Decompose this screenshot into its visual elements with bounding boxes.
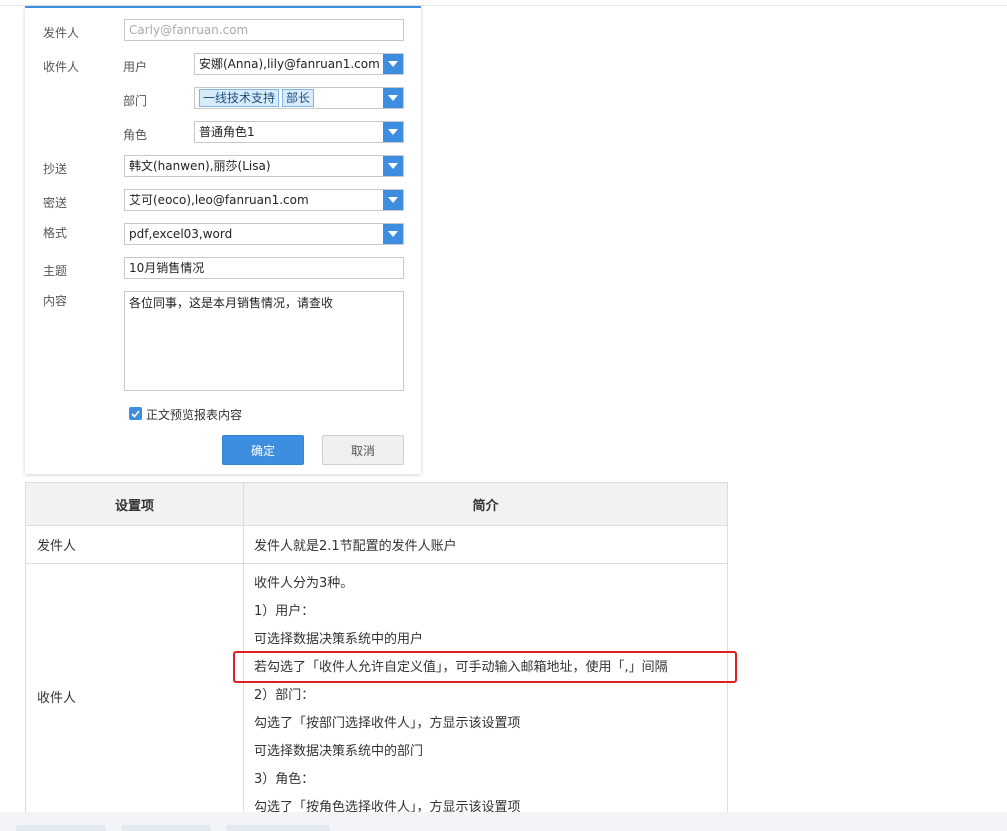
bottom-tab[interactable]	[121, 825, 211, 831]
recipient-user-value: 安娜(Anna),lily@fanruan1.com	[199, 57, 380, 71]
sender-label: 发件人	[43, 26, 80, 40]
department-tag[interactable]: 一线技术支持	[199, 89, 280, 107]
bottom-tab[interactable]	[16, 825, 106, 831]
email-settings-dialog: 发件人 Carly@fanruan.com 收件人 用户 安娜(Anna),li…	[25, 6, 421, 474]
recipient-user-select[interactable]: 安娜(Anna),lily@fanruan1.com	[194, 53, 404, 75]
table-header-row: 设置项 简介	[25, 482, 728, 526]
desc-line: 可选择数据决策系统中的用户	[254, 632, 424, 647]
chevron-down-icon[interactable]	[383, 224, 403, 244]
cc-label: 抄送	[43, 162, 68, 176]
check-icon	[131, 409, 140, 418]
preview-checkbox[interactable]	[129, 407, 142, 420]
subject-label: 主题	[43, 264, 68, 278]
preview-checkbox-label: 正文预览报表内容	[146, 408, 243, 422]
desc-line: 1）用户：	[254, 604, 315, 619]
chevron-down-icon[interactable]	[383, 156, 403, 176]
chevron-down-icon[interactable]	[383, 88, 403, 108]
chevron-down-icon[interactable]	[383, 54, 403, 74]
table-header-desc: 简介	[243, 482, 728, 526]
table-row: 收件人 收件人分为3种。 1）用户： 可选择数据决策系统中的用户 若勾选了「收件…	[25, 563, 728, 829]
highlight-annotation-box	[233, 651, 737, 683]
bcc-label: 密送	[43, 196, 68, 210]
recipient-user-label: 用户	[123, 60, 148, 74]
desc-line: 2）部门：	[254, 688, 315, 703]
content-textarea[interactable]: 各位同事，这是本月销售情况，请查收	[124, 291, 404, 391]
recipient-role-select[interactable]: 普通角色1	[194, 121, 404, 143]
cc-select[interactable]: 韩文(hanwen),丽莎(Lisa)	[124, 155, 404, 177]
cancel-button[interactable]: 取消	[322, 435, 404, 465]
table-header-item: 设置项	[25, 482, 244, 526]
chevron-down-icon[interactable]	[383, 122, 403, 142]
confirm-button[interactable]: 确定	[222, 435, 304, 465]
format-value: pdf,excel03,word	[129, 227, 233, 241]
cc-value: 韩文(hanwen),丽莎(Lisa)	[129, 159, 271, 173]
recipient-role-label: 角色	[123, 128, 148, 142]
recipient-label: 收件人	[43, 60, 80, 74]
desc-line: 勾选了「按部门选择收件人」，方显示该设置项	[254, 716, 521, 731]
bottom-tab[interactable]	[226, 825, 330, 831]
table-cell-desc: 发件人就是2.1节配置的发件人账户	[243, 525, 728, 564]
format-label: 格式	[43, 226, 68, 240]
desc-line: 3）角色：	[254, 772, 315, 787]
table-cell-item: 发件人	[25, 525, 244, 564]
bcc-value: 艾可(eoco),leo@fanruan1.com	[129, 193, 309, 207]
department-tag[interactable]: 部长	[282, 89, 315, 107]
sender-field[interactable]: Carly@fanruan.com	[124, 19, 404, 41]
format-select[interactable]: pdf,excel03,word	[124, 223, 404, 245]
subject-input[interactable]: 10月销售情况	[124, 257, 404, 279]
desc-line: 收件人分为3种。	[254, 576, 354, 591]
content-label: 内容	[43, 294, 68, 308]
bcc-select[interactable]: 艾可(eoco),leo@fanruan1.com	[124, 189, 404, 211]
table-row: 发件人 发件人就是2.1节配置的发件人账户	[25, 525, 728, 564]
recipient-department-label: 部门	[123, 94, 148, 108]
table-cell-desc: 收件人分为3种。 1）用户： 可选择数据决策系统中的用户 若勾选了「收件人允许自…	[243, 563, 728, 829]
recipient-role-value: 普通角色1	[199, 125, 255, 139]
recipient-department-select[interactable]: 一线技术支持 部长	[194, 87, 404, 109]
chevron-down-icon[interactable]	[383, 190, 403, 210]
table-cell-item: 收件人	[25, 563, 244, 829]
desc-line: 可选择数据决策系统中的部门	[254, 744, 424, 759]
